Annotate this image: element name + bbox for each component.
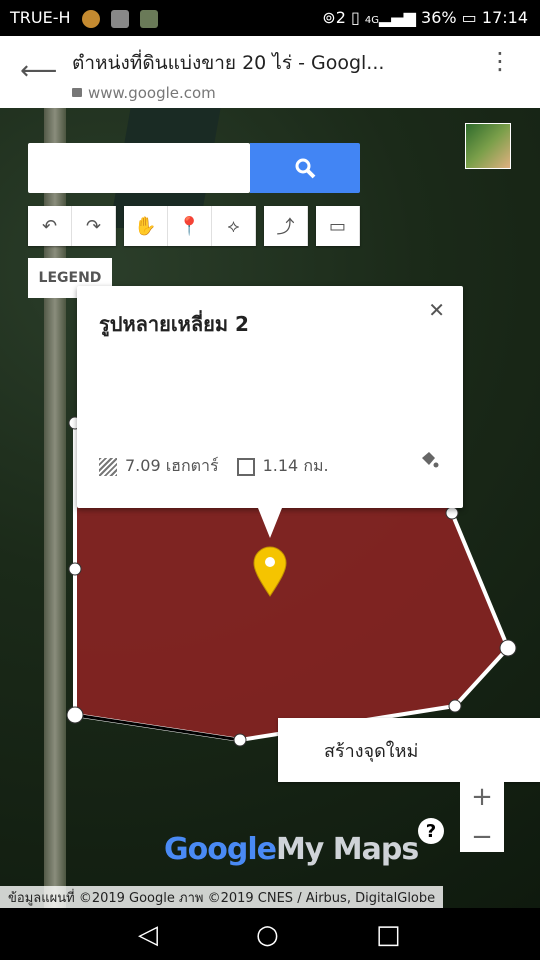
vertex-handle[interactable] — [68, 562, 82, 576]
popup-title: รูปหลายเหลี่ยม 2 — [99, 312, 249, 336]
paint-bucket-icon[interactable] — [419, 450, 439, 470]
search-icon — [295, 158, 316, 179]
perimeter-icon — [236, 457, 255, 476]
draw-toolbar: ✋ 📍 ⟡ — [124, 206, 256, 246]
sim-icon: ⊚ — [322, 8, 336, 27]
context-menu-item-new-point[interactable]: สร้างจุดใหม่ — [278, 718, 540, 782]
measure-toolbar: ▭ — [316, 206, 360, 246]
directions-icon[interactable]: ⤴ — [264, 206, 308, 246]
search-input[interactable] — [28, 143, 250, 193]
google-logo: Google — [164, 832, 277, 867]
vertex-handle[interactable] — [448, 699, 462, 713]
sim-label: 2 — [335, 8, 346, 27]
help-icon[interactable]: ? — [418, 818, 444, 844]
zoom-in-button[interactable]: + — [471, 782, 493, 812]
nav-home-icon[interactable]: ○ — [256, 920, 279, 950]
close-icon[interactable]: ✕ — [428, 298, 445, 322]
system-nav-bar: ◁ ○ □ — [0, 908, 540, 960]
overflow-menu-icon[interactable]: ⋮ — [488, 49, 512, 73]
vertex-handle[interactable] — [499, 639, 517, 657]
battery-icon: ▭ — [461, 8, 477, 27]
perimeter-value: 1.14 กม. — [262, 456, 329, 475]
url-text: www.google.com — [88, 84, 216, 102]
info-popup: รูปหลายเหลี่ยม 2 ✕ 7.09 เฮกตาร์ 1.14 กม. — [77, 286, 463, 538]
zoom-out-button[interactable]: − — [471, 822, 493, 852]
network-label: 4G — [364, 15, 379, 26]
avatar[interactable] — [465, 123, 511, 169]
profile-icon — [139, 9, 158, 28]
map-attribution: ข้อมูลแผนที่ ©2019 Google ภาพ ©2019 CNES… — [0, 886, 444, 908]
mymaps-logo: My Maps — [275, 832, 419, 867]
popup-measurements: 7.09 เฮกตาร์ 1.14 กม. — [99, 454, 329, 479]
back-arrow-icon[interactable]: ⟵ — [20, 56, 57, 86]
vibrate-icon: ▯ — [350, 8, 360, 27]
redo-icon[interactable]: ↷ — [72, 206, 116, 246]
vertex-handle[interactable] — [66, 706, 84, 724]
undo-icon[interactable]: ↶ — [28, 206, 72, 246]
google-my-maps-logo: GoogleMy Maps — [164, 832, 419, 867]
history-toolbar: ↶ ↷ — [28, 206, 116, 246]
notification-icon — [81, 9, 100, 28]
url-bar[interactable]: www.google.com — [72, 84, 216, 102]
directions-toolbar: ⤴ — [264, 206, 308, 246]
status-left: TRUE-H — [10, 8, 158, 28]
signal-icon: ▂▄▆ — [379, 8, 416, 27]
status-right: ⊚2 ▯ 4G▂▄▆ 36% ▭ 17:14 — [322, 8, 528, 27]
vertex-handle[interactable] — [445, 506, 459, 520]
zoom-control: + − — [460, 782, 504, 852]
nav-recents-icon[interactable]: □ — [376, 920, 401, 950]
lock-icon — [72, 88, 82, 97]
gallery-icon — [110, 9, 129, 28]
add-marker-icon[interactable]: 📍 — [168, 206, 212, 246]
browser-toolbar: ⟵ ตำหน่งที่ดินแบ่งขาย 20 ไร่ - Googl... … — [0, 36, 540, 108]
area-icon — [99, 457, 117, 476]
popup-pointer — [258, 508, 282, 538]
search-button[interactable] — [250, 143, 360, 193]
battery-label: 36% — [421, 8, 457, 27]
page-title: ตำหน่งที่ดินแบ่งขาย 20 ไร่ - Googl... — [72, 52, 385, 74]
nav-back-icon[interactable]: ◁ — [138, 920, 158, 950]
vertex-handle[interactable] — [233, 733, 247, 747]
time-label: 17:14 — [481, 8, 528, 27]
map-canvas[interactable]: ↶ ↷ ✋ 📍 ⟡ ⤴ ▭ LEGEND รูปหลายเหลี่ยม 2 ✕ … — [0, 108, 540, 908]
ruler-icon[interactable]: ▭ — [316, 206, 360, 246]
area-value: 7.09 เฮกตาร์ — [125, 456, 219, 475]
status-bar: TRUE-H ⊚2 ▯ 4G▂▄▆ 36% ▭ 17:14 — [0, 0, 540, 36]
pan-hand-icon[interactable]: ✋ — [124, 206, 168, 246]
draw-line-icon[interactable]: ⟡ — [212, 206, 256, 246]
carrier-label: TRUE-H — [10, 8, 71, 27]
